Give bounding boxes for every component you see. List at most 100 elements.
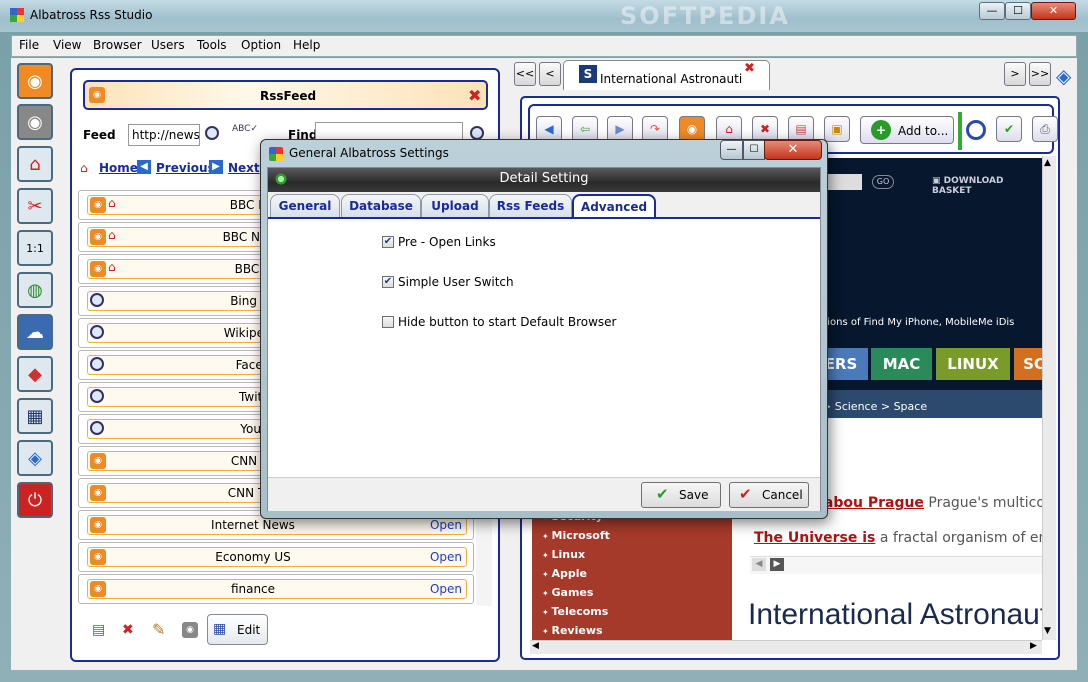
menu-file[interactable]: File <box>19 38 39 52</box>
close-button[interactable]: ✕ <box>1031 2 1076 20</box>
rss-icon[interactable]: ◉ <box>17 63 53 99</box>
weather-icon[interactable]: ☁ <box>17 314 53 350</box>
power-icon[interactable]: ⏻ <box>17 482 53 518</box>
web-news-snippet[interactable]: sions of Find My iPhone, MobileMe iDis <box>822 317 1014 328</box>
browser-vertical-scrollbar[interactable] <box>1042 156 1056 640</box>
scroll-left-icon[interactable]: ◀ <box>532 641 539 651</box>
feed-label: Feed <box>83 128 116 142</box>
rss-gray-icon[interactable]: ◉ <box>17 104 53 140</box>
find-search-icon[interactable] <box>470 126 484 140</box>
print-icon[interactable]: ⎙ <box>1032 116 1058 142</box>
nav-home-link[interactable]: Home <box>99 161 138 175</box>
web-story-1: rabou Prague Prague's multicolou <box>817 495 1042 511</box>
cube-icon[interactable]: ◈ <box>1056 64 1071 88</box>
new-feed-icon[interactable]: ▤ <box>92 622 105 638</box>
feed-open-link[interactable]: Open <box>430 550 462 564</box>
tab-close-icon[interactable]: ✖ <box>744 61 755 76</box>
web-tab-sc[interactable]: SC <box>1014 348 1042 380</box>
web-tab-mac[interactable]: MAC <box>871 348 932 380</box>
calendar-icon[interactable]: ▦ <box>17 398 53 434</box>
scroll-right-icon[interactable]: ▶ <box>1030 641 1037 651</box>
refresh-icon[interactable] <box>966 120 986 140</box>
web-sidebar-link[interactable]: ✦ Apple <box>542 567 732 586</box>
nav-previous-link[interactable]: Previous <box>156 161 215 175</box>
dialog-close-button[interactable]: ✕ <box>764 140 822 160</box>
search-icon[interactable] <box>205 126 219 140</box>
web-sidebar-link[interactable]: ✦ Telecoms <box>542 605 732 624</box>
tab-next-button[interactable]: > <box>1004 62 1026 86</box>
web-sidebar-link[interactable]: ✦ Reviews <box>542 624 732 640</box>
arrow-right-icon: ▶ <box>209 160 223 174</box>
web-sidebar-link-label: Linux <box>551 548 586 561</box>
dialog-app-icon <box>269 147 283 161</box>
feed-item-box: ◉ Economy US Open <box>87 547 467 567</box>
menu-users[interactable]: Users <box>151 38 185 52</box>
tab-last-button[interactable]: >> <box>1029 62 1051 86</box>
nav-next-link[interactable]: Next <box>228 161 260 175</box>
globe-icon[interactable]: ◍ <box>17 272 53 308</box>
pre-open-links-label: Pre - Open Links <box>398 235 496 249</box>
web-sidebar-link-label: Microsoft <box>551 529 610 542</box>
table-edit-icon: ▦ <box>213 621 227 637</box>
tab-first-button[interactable]: << <box>514 62 536 86</box>
tab-prev-button[interactable]: < <box>539 62 561 86</box>
close-icon[interactable]: ✖ <box>468 86 481 105</box>
tab-general[interactable]: General <box>270 194 340 218</box>
pencil-icon[interactable]: ✎ <box>152 620 165 639</box>
home-icon[interactable]: ⌂ <box>17 146 53 182</box>
spellcheck-icon[interactable]: ABC✓ <box>232 124 258 134</box>
menu-help[interactable]: Help <box>293 38 320 52</box>
browser-tab-title: International Astronautic... <box>600 72 742 86</box>
pre-open-links-checkbox[interactable]: ✔ <box>382 236 394 248</box>
rss-icon: ◉ <box>89 87 105 103</box>
menu-tools[interactable]: Tools <box>197 38 227 52</box>
menu-browser[interactable]: Browser <box>93 38 142 52</box>
web-sidebar-link[interactable]: ✦ Games <box>542 586 732 605</box>
web-tab-linux[interactable]: LINUX <box>936 348 1010 380</box>
dialog-minimize-button[interactable]: — <box>720 140 743 160</box>
web-sidebar-link[interactable]: ✦ Microsoft <box>542 529 732 548</box>
scissors-icon[interactable]: ✂ <box>17 188 53 224</box>
menu-view[interactable]: View <box>53 38 81 52</box>
tab-advanced[interactable]: Advanced <box>572 194 656 219</box>
carousel-next-icon[interactable]: ▶ <box>770 558 784 571</box>
minimize-button[interactable]: — <box>979 2 1005 20</box>
feed-panel-title: RssFeed <box>260 89 317 103</box>
zoom-actual-icon[interactable]: 1:1 <box>17 230 53 266</box>
tab-upload[interactable]: Upload <box>421 194 489 218</box>
dialog-maximize-button[interactable]: ☐ <box>743 140 765 160</box>
feed-list-item[interactable]: ◉ Economy US Open <box>78 542 474 572</box>
web-search-input[interactable] <box>822 174 862 190</box>
web-link-1[interactable]: rabou Prague <box>817 495 924 511</box>
web-story-1-text: Prague's multicolou <box>928 495 1042 511</box>
web-download-basket[interactable]: ▣ DOWNLOAD BASKET <box>932 176 1042 196</box>
web-go-button[interactable]: GO <box>872 175 894 189</box>
rss-gray-icon[interactable]: ◉ <box>182 622 198 638</box>
check-icon[interactable]: ✔ <box>996 116 1022 142</box>
scroll-down-icon[interactable]: ▼ <box>1044 626 1051 636</box>
feed-list-item[interactable]: ◉ finance Open <box>78 574 474 604</box>
web-breadcrumb[interactable]: > Science > Space <box>822 400 927 413</box>
delete-feed-icon[interactable]: ✖ <box>122 622 134 638</box>
box-icon[interactable]: ◈ <box>17 440 53 476</box>
maximize-button[interactable]: ☐ <box>1005 2 1031 20</box>
feed-open-link[interactable]: Open <box>430 518 462 532</box>
bullet-icon: ✦ <box>542 589 552 598</box>
browser-horizontal-scrollbar[interactable] <box>530 640 1042 654</box>
menu-option[interactable]: Option <box>241 38 281 52</box>
web-sidebar-link[interactable]: ✦ Linux <box>542 548 732 567</box>
bullet-icon: ✦ <box>542 551 552 560</box>
cube-icon[interactable]: ◆ <box>17 356 53 392</box>
toolbar-divider <box>958 112 962 150</box>
hide-default-browser-checkbox[interactable] <box>382 316 394 328</box>
new-window-icon[interactable]: ▣ <box>824 116 850 142</box>
tab-database[interactable]: Database <box>341 194 421 218</box>
feed-url-input[interactable]: http://news. <box>128 124 200 146</box>
simple-user-switch-checkbox[interactable]: ✔ <box>382 276 394 288</box>
carousel-prev-icon[interactable]: ◀ <box>752 558 766 571</box>
save-button-label: Save <box>679 488 709 502</box>
web-link-2[interactable]: The Universe is <box>754 530 875 546</box>
scroll-up-icon[interactable]: ▲ <box>1044 158 1051 168</box>
tab-rss-feeds[interactable]: Rss Feeds <box>489 194 572 218</box>
feed-open-link[interactable]: Open <box>430 582 462 596</box>
